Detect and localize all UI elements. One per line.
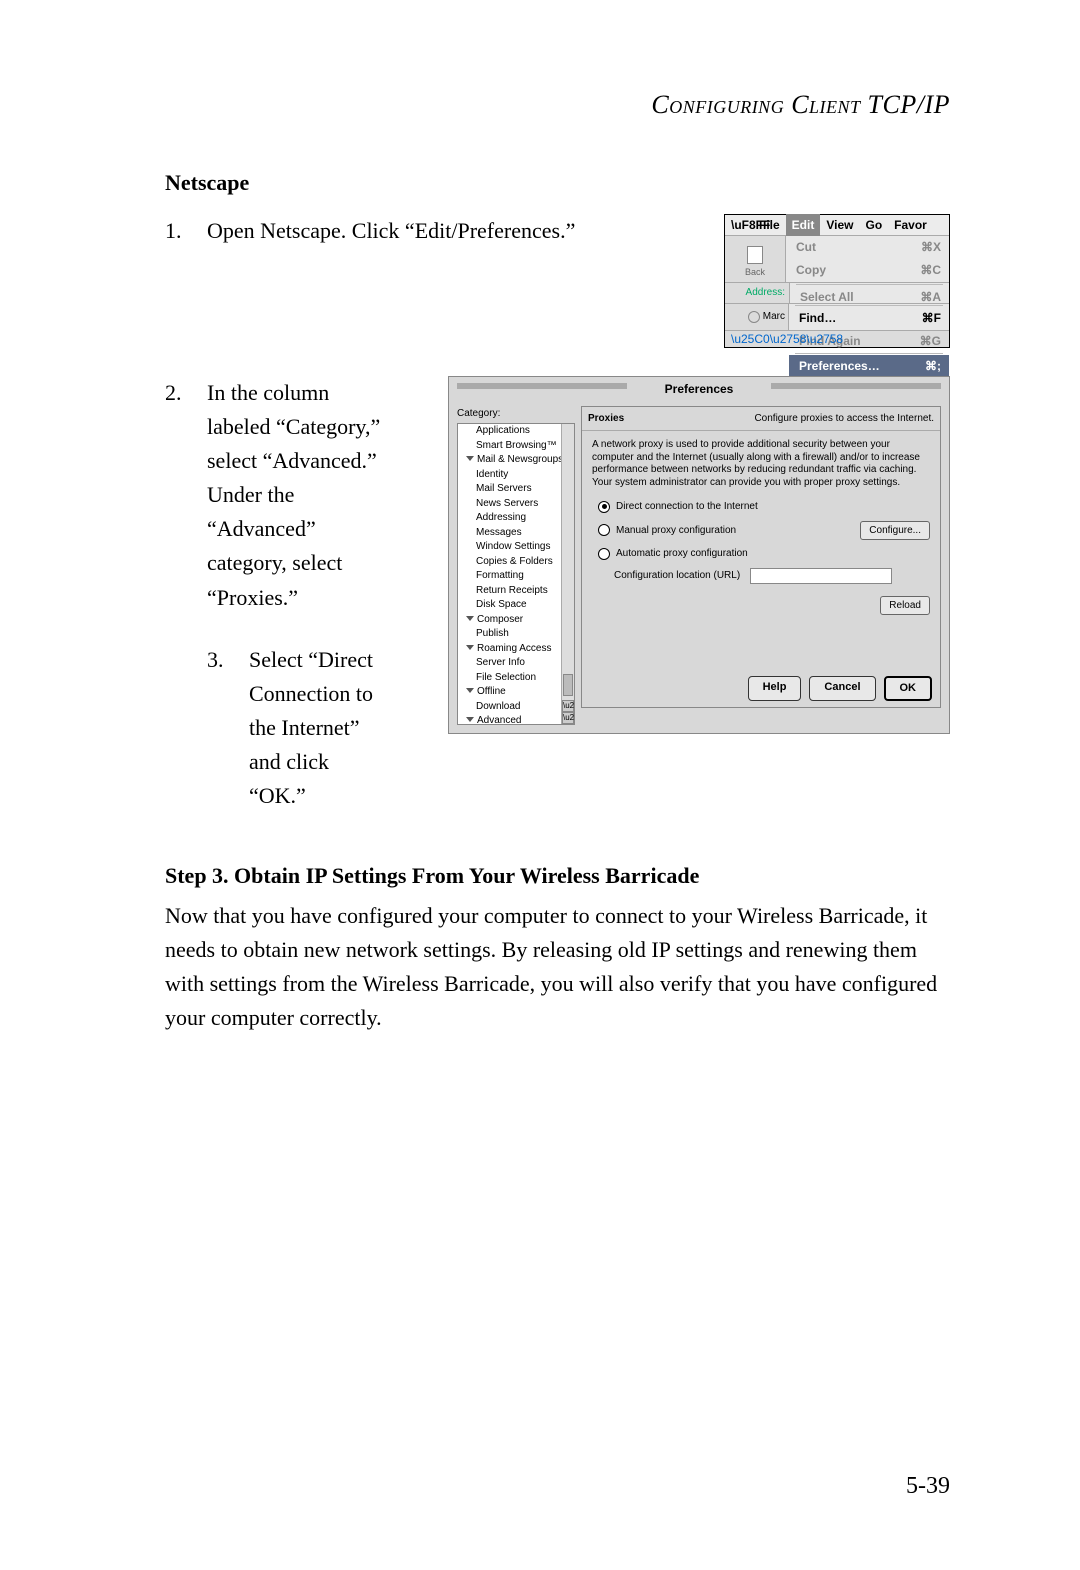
page-number: 5-39 (906, 1473, 950, 1500)
menu-item-find[interactable]: Find… ⌘F (789, 307, 949, 330)
cancel-button[interactable]: Cancel (809, 676, 875, 701)
radio-auto[interactable] (598, 548, 610, 560)
radio-direct[interactable] (598, 501, 610, 513)
menu-edit[interactable]: Edit (786, 214, 821, 237)
url-label: Configuration location (URL) (614, 568, 740, 584)
menu-go[interactable]: Go (859, 214, 888, 237)
cat-mail-newsgroups[interactable]: Mail & Newsgroups (458, 453, 574, 468)
cat-disk-space[interactable]: Disk Space (458, 598, 574, 613)
cat-advanced[interactable]: Advanced (458, 714, 574, 725)
triangle-down-icon (466, 717, 474, 722)
step3-body: Now that you have configured your comput… (165, 899, 950, 1035)
left-arrow-icon: \u25C0\u2758\u2758 (731, 330, 843, 349)
menu-view[interactable]: View (820, 214, 859, 237)
step3-heading: Step 3. Obtain IP Settings From Your Wir… (165, 863, 950, 889)
figure-preferences-dialog: Preferences Category: Applications Smart… (448, 376, 950, 734)
address-label: Address: (725, 283, 790, 303)
url-row: Configuration location (URL) (614, 568, 930, 584)
configure-button[interactable]: Configure... (860, 521, 930, 541)
step-3-text: Select “Direct Connection to the Interne… (249, 643, 387, 813)
triangle-down-icon (466, 616, 474, 621)
cat-addressing[interactable]: Addressing (458, 511, 574, 526)
cat-formatting[interactable]: Formatting (458, 569, 574, 584)
panel-description: A network proxy is used to provide addit… (592, 439, 930, 489)
menu-item-cut[interactable]: Cut ⌘X (786, 236, 949, 259)
cat-applications[interactable]: Applications (458, 424, 574, 439)
menubar: \uF8FF File Edit View Go Favor (725, 215, 949, 236)
radio-auto-row[interactable]: Automatic proxy configuration (598, 546, 930, 562)
cat-composer[interactable]: Composer (458, 613, 574, 628)
bookmark-marc[interactable]: Marc (725, 304, 789, 330)
cat-window-settings[interactable]: Window Settings (458, 540, 574, 555)
cat-file-selection[interactable]: File Selection (458, 671, 574, 686)
triangle-down-icon (466, 456, 474, 461)
dialog-title: Preferences (449, 377, 949, 402)
cat-roaming-access[interactable]: Roaming Access (458, 642, 574, 657)
radio-manual-label: Manual proxy configuration (616, 523, 736, 539)
cat-download[interactable]: Download (458, 700, 574, 715)
cat-mail-servers[interactable]: Mail Servers (458, 482, 574, 497)
toolbar-back[interactable]: Back (725, 236, 786, 282)
bookmark-icon (748, 311, 760, 323)
cat-identity[interactable]: Identity (458, 468, 574, 483)
radio-manual-row[interactable]: Manual proxy configuration Configure... (598, 521, 930, 541)
triangle-down-icon (466, 688, 474, 693)
step-2-text: In the column labeled “Category,” select… (207, 376, 387, 615)
document-icon (747, 246, 763, 264)
reload-button[interactable]: Reload (880, 596, 930, 616)
edit-dropdown: Cut ⌘X Copy ⌘C Paste ⌘V (786, 236, 949, 282)
panel-caption: Configure proxies to access the Internet… (754, 411, 934, 427)
cat-return-receipts[interactable]: Return Receipts (458, 584, 574, 599)
radio-direct-row[interactable]: Direct connection to the Internet (598, 499, 930, 515)
menu-item-copy[interactable]: Copy ⌘C (786, 259, 949, 282)
radio-direct-label: Direct connection to the Internet (616, 499, 758, 515)
scrollbar-thumb[interactable] (563, 674, 573, 696)
panel-name: Proxies (588, 411, 624, 427)
category-list[interactable]: Applications Smart Browsing™ Mail & News… (457, 423, 575, 725)
radio-auto-label: Automatic proxy configuration (616, 546, 748, 562)
radio-manual[interactable] (598, 524, 610, 536)
apple-menu-icon[interactable]: \uF8FF (725, 214, 753, 237)
menu-favor[interactable]: Favor (888, 214, 933, 237)
running-head: Configuring Client TCP/IP (165, 90, 950, 120)
scroll-up-icon[interactable]: \u25B2 (562, 700, 574, 712)
cat-smart-browsing[interactable]: Smart Browsing™ (458, 439, 574, 454)
url-input[interactable] (750, 568, 892, 584)
scroll-down-icon[interactable]: \u25BC (562, 712, 574, 724)
cat-news-servers[interactable]: News Servers (458, 497, 574, 512)
cat-publish[interactable]: Publish (458, 627, 574, 642)
cat-offline[interactable]: Offline (458, 685, 574, 700)
figure-edit-menu: \uF8FF File Edit View Go Favor Back (724, 214, 950, 348)
help-button[interactable]: Help (748, 676, 802, 701)
proxies-panel: Proxies Configure proxies to access the … (581, 406, 941, 708)
category-label: Category: (457, 406, 575, 422)
triangle-down-icon (466, 645, 474, 650)
step-2: In the column labeled “Category,” select… (165, 376, 950, 813)
cat-copies-folders[interactable]: Copies & Folders (458, 555, 574, 570)
cat-messages[interactable]: Messages (458, 526, 574, 541)
step-1-text: Open Netscape. Click “Edit/Preferences.” (207, 214, 607, 248)
ok-button[interactable]: OK (884, 676, 933, 701)
category-scrollbar[interactable]: \u25B2 \u25BC (561, 424, 574, 724)
back-label: Back (745, 266, 765, 280)
menu-file[interactable]: File (753, 214, 786, 237)
step-1: Open Netscape. Click “Edit/Preferences.”… (165, 214, 950, 348)
cat-server-info[interactable]: Server Info (458, 656, 574, 671)
section-heading-netscape: Netscape (165, 170, 950, 196)
menu-item-preferences[interactable]: Preferences… ⌘; (789, 355, 949, 378)
